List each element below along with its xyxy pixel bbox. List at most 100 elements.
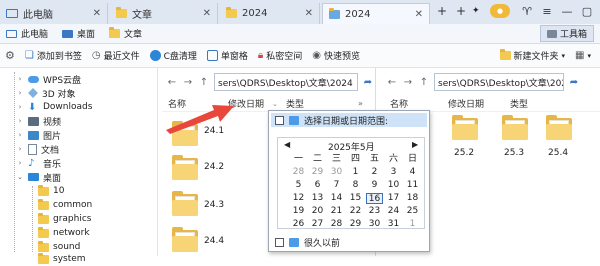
- chevron-right-icon[interactable]: ›: [16, 89, 24, 97]
- calendar-day[interactable]: 19: [290, 206, 307, 217]
- calendar-day[interactable]: 17: [385, 193, 402, 204]
- folder-item[interactable]: [452, 115, 482, 144]
- path-input[interactable]: sers\QDRS\Desktop\文章\2024: [214, 73, 358, 91]
- calendar-day[interactable]: 5: [290, 180, 307, 191]
- up-arrow-icon[interactable]: ↑: [198, 77, 210, 88]
- go-arrow-icon[interactable]: ➦: [568, 77, 580, 88]
- close-icon[interactable]: ✕: [203, 8, 211, 19]
- sort-chevron-icon[interactable]: ⌄: [272, 100, 278, 108]
- calendar-day[interactable]: 28: [328, 219, 345, 230]
- calendar-day[interactable]: 29: [309, 167, 326, 178]
- add-button[interactable]: +: [456, 4, 466, 18]
- calendar-day[interactable]: 21: [328, 206, 345, 217]
- tab-2024-a[interactable]: 2024 ✕: [220, 3, 320, 24]
- calendar-day[interactable]: 12: [290, 193, 307, 204]
- forward-arrow-icon[interactable]: →: [402, 77, 414, 88]
- calendar-day[interactable]: 14: [328, 193, 345, 204]
- back-arrow-icon[interactable]: ←: [386, 77, 398, 88]
- calendar-day[interactable]: 18: [404, 193, 421, 204]
- column-name[interactable]: 名称: [390, 97, 408, 110]
- chevron-right-icon[interactable]: ›: [16, 75, 24, 83]
- path-input[interactable]: sers\QDRS\Desktop\文章\2025: [434, 73, 564, 91]
- tree-item-videos[interactable]: › 视频: [16, 114, 61, 128]
- tree-item-network[interactable]: network: [38, 226, 90, 240]
- folder-item[interactable]: [546, 115, 576, 144]
- sparkle-icon[interactable]: ✦: [472, 6, 484, 16]
- calendar-day[interactable]: 24: [385, 206, 402, 217]
- calendar-day[interactable]: 6: [309, 180, 326, 191]
- recent-files-button[interactable]: ◷ 最近文件: [87, 49, 145, 62]
- chevron-right-icon[interactable]: ›: [16, 159, 24, 167]
- calendar-day[interactable]: 11: [404, 180, 421, 191]
- single-pane-button[interactable]: 单窗格: [202, 49, 253, 62]
- column-type[interactable]: 类型: [510, 97, 528, 110]
- tree-item-music[interactable]: › ♪ 音乐: [16, 156, 61, 170]
- tree-item-documents[interactable]: › 文档: [16, 142, 59, 156]
- new-folder-button[interactable]: 新建文件夹 ▾: [495, 49, 571, 62]
- tree-item-desktop[interactable]: ⌄ 桌面: [16, 170, 61, 184]
- checkbox[interactable]: [275, 237, 284, 247]
- calendar-day[interactable]: 30: [328, 167, 345, 178]
- settings-button[interactable]: ⚙: [0, 49, 20, 62]
- folder-item[interactable]: [502, 115, 532, 144]
- bookmark-button[interactable]: ❏ 添加到书签: [20, 49, 87, 62]
- calendar-day[interactable]: 23: [366, 206, 383, 217]
- column-type[interactable]: 类型: [286, 97, 304, 110]
- chevron-right-icon[interactable]: ›: [16, 145, 24, 153]
- chevron-down-icon[interactable]: ⌄: [16, 173, 24, 181]
- chevron-right-icon[interactable]: ›: [16, 103, 24, 111]
- folder-item[interactable]: [172, 155, 202, 182]
- calendar-day[interactable]: 25: [404, 206, 421, 217]
- toolbox-button[interactable]: 工具箱: [539, 25, 594, 42]
- tree-item-common[interactable]: common: [38, 198, 92, 212]
- calendar-day[interactable]: 4: [404, 167, 421, 178]
- tree-item-downloads[interactable]: › ⬇ Downloads: [16, 100, 93, 114]
- checkbox[interactable]: [275, 115, 284, 125]
- calendar-day[interactable]: 3: [385, 167, 402, 178]
- calendar-day[interactable]: 26: [290, 219, 307, 230]
- new-tab-button[interactable]: +: [437, 4, 447, 18]
- calendar-day[interactable]: 2: [366, 167, 383, 178]
- calendar-day[interactable]: 22: [347, 206, 364, 217]
- calendar-day[interactable]: 10: [385, 180, 402, 191]
- shirt-icon[interactable]: ♈: [518, 2, 536, 20]
- tab-this-pc[interactable]: 此电脑 ✕: [0, 3, 108, 24]
- calendar-day[interactable]: 13: [309, 193, 326, 204]
- up-arrow-icon[interactable]: ↑: [418, 77, 430, 88]
- tree-item-system[interactable]: system: [38, 252, 86, 266]
- close-icon[interactable]: ✕: [305, 8, 313, 19]
- maximize-icon[interactable]: ▢: [578, 2, 596, 20]
- calendar-day[interactable]: 16: [366, 193, 383, 204]
- menu-icon[interactable]: ≡: [538, 2, 556, 20]
- disk-cleanup-button[interactable]: C盘清理: [145, 49, 202, 62]
- tree-item-graphics[interactable]: graphics: [38, 212, 91, 226]
- calendar-day[interactable]: 29: [347, 219, 364, 230]
- breadcrumb-computer[interactable]: 此电脑: [6, 27, 48, 40]
- calendar-day[interactable]: 27: [309, 219, 326, 230]
- select-date-range-option[interactable]: 选择日期或日期范围:: [271, 113, 427, 127]
- breadcrumb-article[interactable]: 文章: [109, 27, 142, 40]
- calendar-day[interactable]: 30: [366, 219, 383, 230]
- chevron-right-icon[interactable]: ›: [16, 131, 24, 139]
- breadcrumb-desktop[interactable]: 桌面: [62, 27, 95, 40]
- calendar-day[interactable]: 9: [366, 180, 383, 191]
- calendar-day[interactable]: 1: [404, 219, 421, 230]
- close-icon[interactable]: ✕: [93, 8, 101, 19]
- column-modified-date[interactable]: 修改日期: [448, 97, 484, 110]
- close-icon[interactable]: ✕: [415, 9, 423, 20]
- prev-month-icon[interactable]: ◀: [284, 140, 290, 149]
- calendar-day[interactable]: 28: [290, 167, 307, 178]
- calendar-day[interactable]: 31: [385, 219, 402, 230]
- tree-item-wps-cloud[interactable]: › WPS云盘: [16, 72, 81, 86]
- go-arrow-icon[interactable]: ➦: [362, 77, 374, 88]
- view-options-button[interactable]: ▦ ▾: [570, 50, 596, 61]
- calendar-day[interactable]: 1: [347, 167, 364, 178]
- calendar-day[interactable]: 20: [309, 206, 326, 217]
- tab-article[interactable]: 文章 ✕: [110, 3, 218, 24]
- tree-item-3d-objects[interactable]: › 3D 对象: [16, 86, 76, 100]
- calendar-day[interactable]: 8: [347, 180, 364, 191]
- back-arrow-icon[interactable]: ←: [166, 77, 178, 88]
- chevron-right-icon[interactable]: ›: [16, 117, 24, 125]
- private-space-button[interactable]: 🔒︎ 私密空间: [253, 49, 307, 62]
- folder-item[interactable]: [172, 227, 202, 254]
